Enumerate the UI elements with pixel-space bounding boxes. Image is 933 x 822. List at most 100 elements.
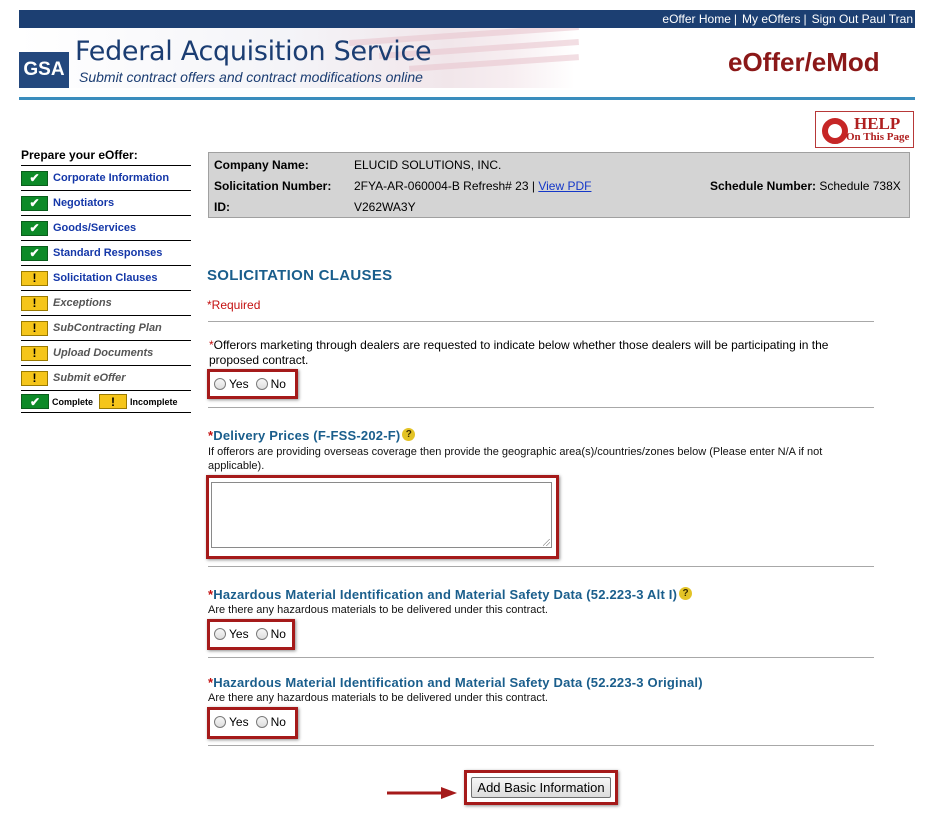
radio-label: No: [270, 627, 286, 641]
sidebar-item-standard-responses[interactable]: ✔ Standard Responses: [21, 241, 191, 266]
check-icon: ✔: [21, 394, 49, 409]
radio-label: No: [270, 377, 286, 391]
schedule-row: Schedule Number: Schedule 738X: [710, 178, 901, 194]
delivery-prices-heading: *Delivery Prices (F-FSS-202-F)?: [208, 428, 416, 443]
hazmat-original-radio-group: Yes No: [214, 715, 293, 729]
exclamation-icon: !: [99, 394, 128, 409]
arrow-right-icon: [387, 787, 457, 799]
legend-incomplete-label: Incomplete: [130, 396, 178, 407]
solicitation-number-label: Solicitation Number:: [214, 179, 332, 193]
exclamation-icon: !: [21, 270, 48, 286]
hazmat-original-yes-radio[interactable]: [214, 716, 226, 728]
hazmat-alt-title: Hazardous Material Identification and Ma…: [213, 587, 678, 602]
sidebar-item-label: Solicitation Clauses: [53, 272, 158, 284]
hazmat-alt-question: Are there any hazardous materials to be …: [208, 604, 548, 616]
sidebar-item-label: SubContracting Plan: [53, 322, 162, 334]
nav-separator: |: [803, 12, 807, 26]
radio-label: No: [270, 715, 286, 729]
radio-label: Yes: [229, 377, 249, 391]
exclamation-icon: !: [21, 370, 48, 386]
view-pdf-link[interactable]: View PDF: [538, 179, 591, 193]
header-divider: [19, 97, 915, 100]
my-eoffers-link[interactable]: My eOffers: [742, 12, 800, 26]
sidebar-item-label: Submit eOffer: [53, 372, 126, 384]
hazmat-original-question: Are there any hazardous materials to be …: [208, 692, 548, 704]
overseas-coverage-textarea[interactable]: [211, 482, 552, 548]
sidebar-nav: Prepare your eOffer: ✔ Corporate Informa…: [21, 147, 191, 413]
top-nav-bar: eOffer Home | My eOffers | Sign Out Paul Tra…: [19, 10, 915, 28]
id-row: ID: V262WA3Y: [214, 199, 416, 215]
radio-label: Yes: [229, 627, 249, 641]
required-note: *Required: [207, 298, 261, 312]
hazmat-alt-radio-group: Yes No: [214, 627, 293, 641]
sidebar-item-solicitation-clauses[interactable]: ! Solicitation Clauses: [21, 266, 191, 291]
sidebar-item-exceptions: ! Exceptions: [21, 291, 191, 316]
schedule-number-value: Schedule 738X: [819, 179, 901, 193]
sidebar-heading: Prepare your eOffer:: [21, 147, 191, 166]
nav-separator: |: [733, 12, 738, 26]
agency-title: Federal Acquisition Service: [75, 36, 432, 67]
eoffer-home-link[interactable]: eOffer Home: [662, 12, 730, 26]
sidebar-item-goods-services[interactable]: ✔ Goods/Services: [21, 216, 191, 241]
sidebar-item-upload-documents: ! Upload Documents: [21, 341, 191, 366]
hazmat-original-title: Hazardous Material Identification and Ma…: [213, 675, 703, 690]
divider: [208, 321, 874, 322]
check-icon: ✔: [21, 220, 48, 236]
delivery-prices-title: Delivery Prices (F-FSS-202-F): [213, 428, 401, 443]
sidebar-item-label: Negotiators: [53, 197, 115, 209]
sign-out-link[interactable]: Sign Out Paul Tran: [812, 12, 913, 26]
dealers-no-radio[interactable]: [255, 378, 268, 390]
agency-subtitle: Submit contract offers and contract modi…: [79, 69, 423, 85]
exclamation-icon: !: [21, 345, 48, 361]
gsa-logo[interactable]: GSA: [19, 52, 69, 88]
dealers-radio-group: Yes No: [214, 377, 293, 391]
sidebar-item-label: Goods/Services: [53, 222, 137, 234]
help-on-this-page-button[interactable]: HELP On This Page: [815, 111, 914, 148]
divider: [208, 745, 874, 746]
sidebar-item-label: Exceptions: [53, 297, 112, 309]
sidebar-item-corporate-information[interactable]: ✔ Corporate Information: [21, 166, 191, 191]
company-name-label: Company Name:: [214, 158, 309, 172]
sidebar-item-label: Standard Responses: [53, 247, 163, 259]
check-icon: ✔: [21, 170, 48, 186]
delivery-prices-instructions: If offerors are providing overseas cover…: [208, 446, 823, 472]
divider: [208, 657, 874, 658]
flag-stripe-decoration: [408, 54, 580, 72]
help-sublabel: On This Page: [846, 131, 910, 143]
help-question-icon[interactable]: ?: [402, 428, 416, 441]
check-icon: ✔: [21, 195, 48, 211]
hazmat-original-no-radio[interactable]: [255, 716, 268, 728]
check-icon: ✔: [21, 245, 48, 261]
id-value: V262WA3Y: [354, 200, 416, 214]
status-legend: ✔ Complete ! Incomplete: [21, 391, 191, 413]
divider: [208, 566, 874, 567]
hazmat-alt-no-radio[interactable]: [255, 628, 268, 640]
sidebar-item-negotiators[interactable]: ✔ Negotiators: [21, 191, 191, 216]
solicitation-number-value: 2FYA-AR-060004-B Refresh# 23 |: [354, 179, 535, 193]
id-label: ID:: [214, 200, 230, 214]
dealers-question-text: Offerors marketing through dealers are r…: [209, 338, 829, 367]
exclamation-icon: !: [21, 295, 48, 311]
add-basic-information-button[interactable]: Add Basic Information: [471, 777, 611, 798]
divider: [208, 407, 874, 408]
hazmat-alt-heading: *Hazardous Material Identification and M…: [208, 587, 693, 602]
dealers-question: *Offerors marketing through dealers are …: [209, 338, 875, 368]
radio-label: Yes: [229, 715, 249, 729]
sidebar-item-label: Upload Documents: [53, 347, 154, 359]
sidebar-item-submit-eoffer: ! Submit eOffer: [21, 366, 191, 391]
schedule-number-label: Schedule Number:: [710, 179, 817, 193]
company-row: Company Name: ELUCID SOLUTIONS, INC.: [214, 157, 501, 173]
sidebar-item-subcontracting-plan: ! SubContracting Plan: [21, 316, 191, 341]
lifebuoy-icon: [822, 118, 848, 144]
company-name-value: ELUCID SOLUTIONS, INC.: [354, 158, 502, 172]
resize-grip-icon[interactable]: [543, 539, 550, 546]
dealers-yes-radio[interactable]: [214, 378, 226, 390]
app-title: eOffer/eMod: [728, 47, 880, 77]
legend-complete-label: Complete: [52, 396, 94, 407]
hazmat-original-heading: *Hazardous Material Identification and M…: [208, 675, 703, 690]
help-question-icon[interactable]: ?: [679, 587, 693, 600]
offer-summary-box: Company Name: ELUCID SOLUTIONS, INC. Soli…: [208, 152, 910, 218]
sidebar-item-label: Corporate Information: [53, 172, 170, 184]
hazmat-alt-yes-radio[interactable]: [214, 628, 226, 640]
exclamation-icon: !: [21, 320, 48, 336]
